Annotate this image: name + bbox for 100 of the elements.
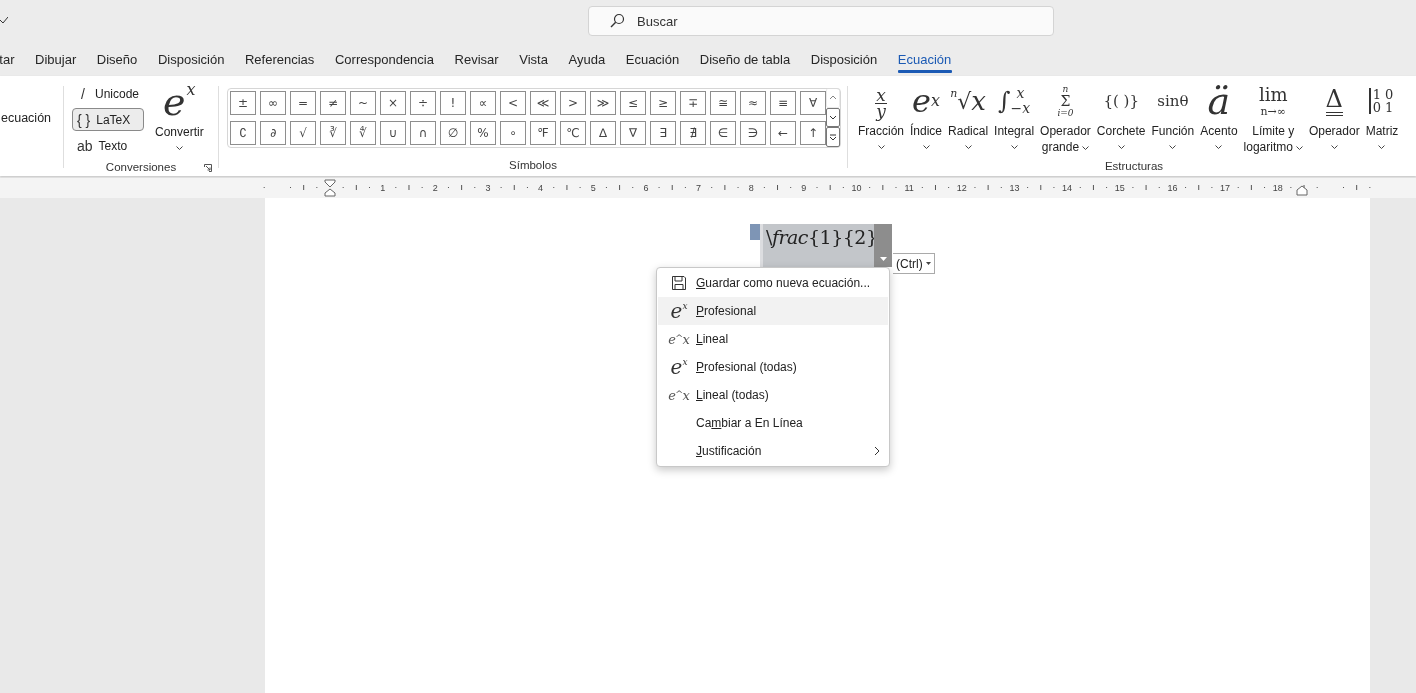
structure-button[interactable]: 1 0 0 1 Matriz [1362, 79, 1402, 155]
structure-button[interactable]: sinθ Función [1148, 79, 1198, 155]
ribbon-tab[interactable]: Revisar [444, 45, 509, 75]
equation-field[interactable]: \frac{1}{2} [760, 224, 874, 267]
symbol-button[interactable]: ∪ [380, 121, 406, 145]
search-field[interactable]: Buscar [635, 12, 1053, 30]
format-button[interactable]: / Unicode [72, 82, 144, 105]
symbol-button[interactable]: < [500, 91, 526, 115]
symbol-button[interactable]: ℉ [530, 121, 556, 145]
symbol-button[interactable]: ÷ [410, 91, 436, 115]
symbol-button[interactable]: ∝ [470, 91, 496, 115]
structure-button[interactable]: n Σ i=0 Operador grande [1037, 79, 1094, 155]
chevron-icon [1295, 145, 1303, 150]
chevron-icon [175, 146, 183, 150]
symbol-button[interactable]: ℃ [560, 121, 586, 145]
ruler-number: 1 [380, 183, 386, 193]
symbol-button[interactable]: ∃ [650, 121, 676, 145]
ribbon-tab[interactable]: tar [0, 45, 25, 75]
symbol-button[interactable]: ← [770, 121, 796, 145]
symbol-button[interactable]: ∞ [260, 91, 286, 115]
chevron-up-icon [829, 94, 837, 102]
symbol-button[interactable]: ≅ [710, 91, 736, 115]
ribbon-button[interactable]: ecuación [1, 111, 59, 125]
check-icon[interactable] [0, 16, 8, 24]
paste-options-button[interactable]: (Ctrl) [893, 253, 935, 274]
ruler-number: 13 [1009, 183, 1020, 193]
symbol-button[interactable]: ∩ [410, 121, 436, 145]
symbol-button[interactable]: ≤ [620, 91, 646, 115]
ruler-number: 11 [904, 183, 914, 193]
ribbon-tab[interactable]: Disposición [147, 45, 235, 75]
symbol-button[interactable]: × [380, 91, 406, 115]
symbol-button[interactable]: ∜ [350, 121, 376, 145]
structure-button[interactable]: {( )} Corchete [1093, 79, 1149, 155]
ribbon-tab[interactable]: Ecuación [615, 45, 690, 75]
symbol-button[interactable]: ∋ [740, 121, 766, 145]
math-icon: lim n→∞ [1258, 79, 1288, 123]
math-icon: n Σ i=0 [1057, 79, 1074, 123]
menu-item[interactable]: e^x Lineal (todas) [658, 381, 888, 409]
symbol-button[interactable]: % [470, 121, 496, 145]
symbol-button[interactable]: ∁ [230, 121, 256, 145]
symbol-button[interactable]: = [290, 91, 316, 115]
symbol-button[interactable]: ≡ [770, 91, 796, 115]
symbol-button[interactable]: ≠ [320, 91, 346, 115]
symbol-button[interactable]: ↑ [800, 121, 826, 145]
menu-item[interactable]: Cambiar a En Línea [658, 409, 888, 437]
expand-icon [829, 133, 837, 141]
chevron-icon [1117, 145, 1125, 149]
dialog-launcher-icon[interactable] [204, 164, 212, 172]
ribbon-tab[interactable]: Ecuación [887, 45, 962, 75]
math-icon: ä [1207, 79, 1231, 123]
menu-item[interactable]: e^x Lineal [658, 325, 888, 353]
symbol-button[interactable]: ∈ [710, 121, 736, 145]
symbol-button[interactable]: ≪ [530, 91, 556, 115]
menu-item[interactable]: Justificación [658, 437, 888, 465]
symbol-button[interactable]: ! [440, 91, 466, 115]
search-icon [609, 13, 625, 29]
ribbon-tab[interactable]: Ayuda [558, 45, 616, 75]
symbol-button[interactable]: ∂ [260, 121, 286, 145]
indent-marker[interactable] [1296, 185, 1308, 196]
symbol-button[interactable]: ∇ [620, 121, 646, 145]
ribbon-tab[interactable]: Referencias [234, 45, 325, 75]
format-button[interactable]: ab Texto [72, 134, 144, 157]
symbol-button[interactable]: ∄ [680, 121, 706, 145]
ruler-number: 8 [748, 183, 754, 193]
menu-item[interactable]: Guardar como nueva ecuación... [658, 269, 888, 297]
indent-marker[interactable] [324, 179, 336, 197]
ribbon-tab[interactable]: Diseño [86, 45, 148, 75]
symbol-button[interactable]: ≈ [740, 91, 766, 115]
more-button[interactable] [826, 127, 840, 147]
equation-handle[interactable] [750, 224, 760, 240]
symbol-button[interactable]: ∘ [500, 121, 526, 145]
ribbon-tab[interactable]: Dibujar [24, 45, 87, 75]
ruler-number: 14 [1062, 183, 1073, 193]
symbol-button[interactable]: ± [230, 91, 256, 115]
structure-button[interactable]: Δ Operador [1305, 79, 1363, 155]
chevron-icon [964, 145, 972, 149]
symbol-button[interactable]: ∛ [320, 121, 346, 145]
caret-icon [925, 262, 931, 265]
chevron-icon [1215, 145, 1223, 149]
ruler-number: 4 [538, 183, 544, 193]
format-button[interactable]: { } LaTeX [72, 108, 144, 131]
structure-button[interactable]: lim n→∞ Límite y logaritmo [1240, 79, 1306, 155]
symbol-button[interactable]: ∆ [590, 121, 616, 145]
symbol-button[interactable]: √ [290, 121, 316, 145]
symbol-button[interactable]: ∅ [440, 121, 466, 145]
ribbon-tab[interactable]: Disposición [800, 45, 888, 75]
search-box[interactable]: Buscar [588, 6, 1054, 36]
symbol-button[interactable]: > [560, 91, 586, 115]
symbol-button[interactable]: ∀ [800, 91, 826, 115]
symbol-button[interactable]: ∓ [680, 91, 706, 115]
ribbon-tab[interactable]: Correspondencia [324, 45, 445, 75]
ribbon-tab[interactable]: Vista [508, 45, 559, 75]
symbol-button[interactable]: ~ [350, 91, 376, 115]
scroll-down-button[interactable] [826, 107, 840, 128]
structure-button[interactable]: x y Fracción [855, 79, 907, 155]
symbol-button[interactable]: ≥ [650, 91, 676, 115]
structure-button[interactable]: ä Acento [1197, 79, 1241, 155]
ribbon-tab[interactable]: Diseño de tabla [689, 45, 801, 75]
symbol-button[interactable]: ≫ [590, 91, 616, 115]
chevron-icon [922, 145, 930, 149]
